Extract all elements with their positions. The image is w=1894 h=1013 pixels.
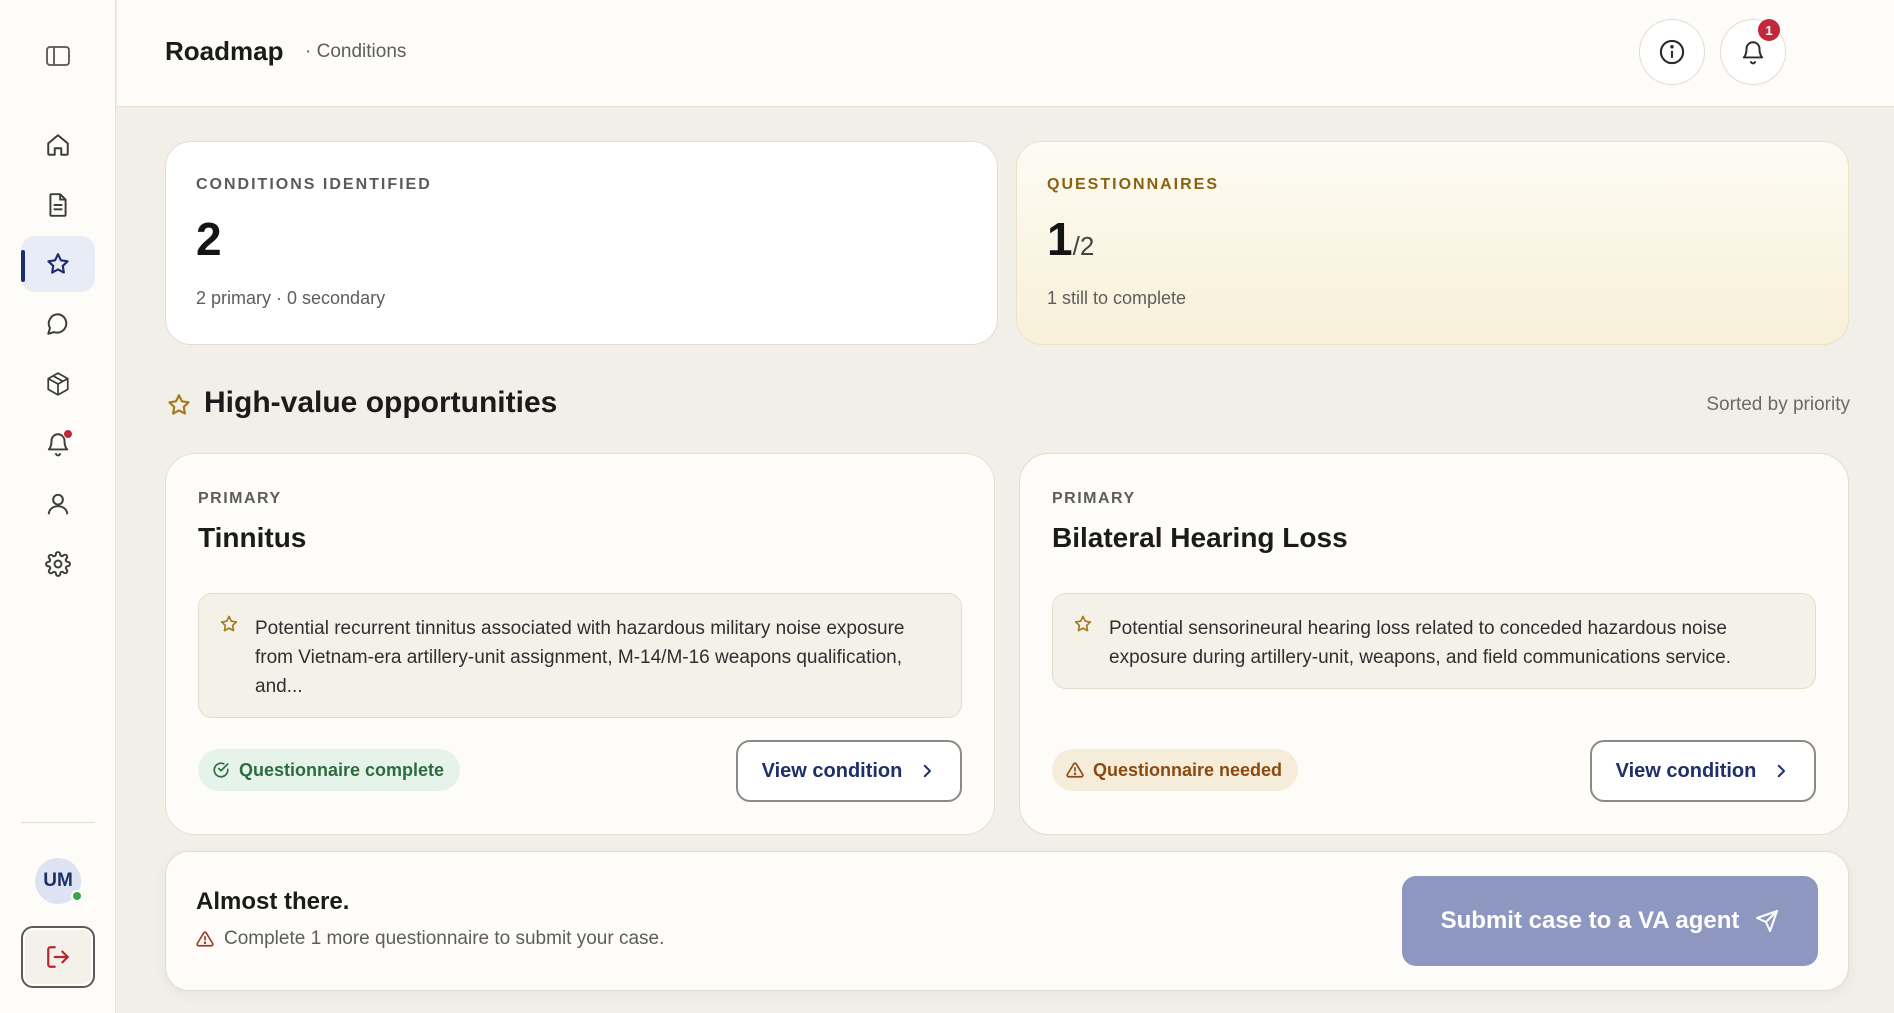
sidebar-divider — [21, 822, 95, 823]
top-header: Roadmap · Conditions 1 UM — [117, 0, 1894, 107]
sidebar-item-notifications[interactable] — [21, 416, 95, 472]
submission-message: Complete 1 more questionnaire to submit … — [196, 928, 664, 950]
questionnaires-total: /2 — [1072, 231, 1095, 261]
conditions-count: 2 — [196, 213, 222, 265]
chat-icon — [45, 311, 71, 337]
stat-label: CONDITIONS IDENTIFIED — [196, 176, 432, 193]
submit-case-button[interactable]: Submit case to a VA agent — [1402, 876, 1818, 966]
sort-label: Sorted by priority — [1706, 394, 1850, 415]
check-circle-icon — [212, 761, 230, 779]
stat-value: 1/2 — [1047, 216, 1818, 262]
opportunity-card: PRIMARY Bilateral Hearing Loss Potential… — [1019, 453, 1849, 835]
logout-button[interactable] — [21, 926, 95, 988]
star-icon — [45, 251, 71, 277]
opportunity-title: Bilateral Hearing Loss — [1052, 522, 1348, 553]
logout-icon — [45, 944, 71, 970]
sidebar-item-roadmap[interactable] — [21, 236, 95, 292]
page-title: Roadmap — [165, 36, 284, 66]
online-status-dot — [71, 890, 83, 902]
button-label: Submit case to a VA agent — [1440, 907, 1740, 934]
stat-value: 2 — [196, 216, 967, 262]
send-icon — [1755, 909, 1779, 933]
description-text: Potential recurrent tinnitus associated … — [255, 618, 905, 697]
submission-card: Almost there. Complete 1 more questionna… — [165, 851, 1849, 991]
status-badge: Questionnaire complete — [198, 749, 461, 791]
active-indicator — [21, 250, 25, 282]
view-condition-button[interactable]: View condition — [736, 740, 962, 802]
section-title: High-value opportunities — [204, 386, 558, 419]
info-button[interactable] — [1639, 19, 1705, 85]
sidebar-avatar[interactable]: UM — [35, 858, 83, 904]
button-label: View condition — [1615, 759, 1757, 782]
gear-icon — [45, 551, 71, 577]
opportunity-title: Tinnitus — [198, 522, 307, 553]
package-icon — [45, 371, 71, 397]
status-text: Questionnaire needed — [1093, 759, 1283, 780]
status-badge: Questionnaire needed — [1052, 749, 1299, 791]
submission-message-text: Complete 1 more questionnaire to submit … — [224, 928, 665, 949]
description-text: Potential sensorineural hearing loss rel… — [1109, 618, 1732, 668]
questionnaires-completed: 1 — [1047, 213, 1073, 265]
sidebar: UM — [0, 0, 116, 1013]
stat-subtext: 1 still to complete — [1047, 288, 1187, 308]
opportunity-type: PRIMARY — [198, 490, 282, 507]
opportunity-card: PRIMARY Tinnitus Potential recurrent tin… — [165, 453, 995, 835]
opportunity-description: Potential sensorineural hearing loss rel… — [1052, 593, 1816, 689]
sidebar-item-messages[interactable] — [21, 296, 95, 352]
chevron-right-icon — [918, 762, 936, 780]
stat-subtext: 2 primary · 0 secondary — [196, 288, 386, 308]
sidebar-toggle-icon[interactable] — [44, 44, 72, 68]
notification-count-badge: 1 — [1758, 19, 1780, 41]
star-icon — [1073, 614, 1093, 634]
chevron-right-icon — [1772, 762, 1790, 780]
conditions-stat-card: CONDITIONS IDENTIFIED 2 2 primary · 0 se… — [165, 141, 998, 345]
user-icon — [45, 491, 71, 517]
document-icon — [45, 192, 71, 218]
info-icon — [1658, 38, 1686, 66]
star-icon — [219, 614, 239, 634]
sidebar-item-settings[interactable] — [21, 536, 95, 592]
opportunity-type: PRIMARY — [1052, 490, 1136, 507]
warning-icon — [1066, 761, 1084, 779]
bell-icon — [1740, 39, 1766, 65]
sidebar-item-home[interactable] — [21, 117, 95, 173]
button-label: View condition — [761, 759, 903, 782]
star-icon — [166, 392, 192, 418]
sidebar-item-documents[interactable] — [21, 177, 95, 233]
home-icon — [45, 132, 71, 158]
status-text: Questionnaire complete — [239, 759, 445, 780]
stat-label: QUESTIONNAIRES — [1047, 176, 1220, 193]
warning-icon — [196, 930, 214, 948]
questionnaires-stat-card: QUESTIONNAIRES 1/2 1 still to complete — [1016, 141, 1849, 345]
view-condition-button[interactable]: View condition — [1590, 740, 1816, 802]
opportunity-description: Potential recurrent tinnitus associated … — [198, 593, 962, 718]
alert-dot — [63, 429, 73, 439]
sidebar-item-packages[interactable] — [21, 356, 95, 412]
page-breadcrumb: · Conditions — [305, 41, 407, 62]
notifications-button[interactable]: 1 — [1720, 19, 1786, 85]
submission-title: Almost there. — [196, 888, 350, 915]
sidebar-item-profile[interactable] — [21, 476, 95, 532]
sidebar-avatar-initials: UM — [43, 870, 73, 891]
